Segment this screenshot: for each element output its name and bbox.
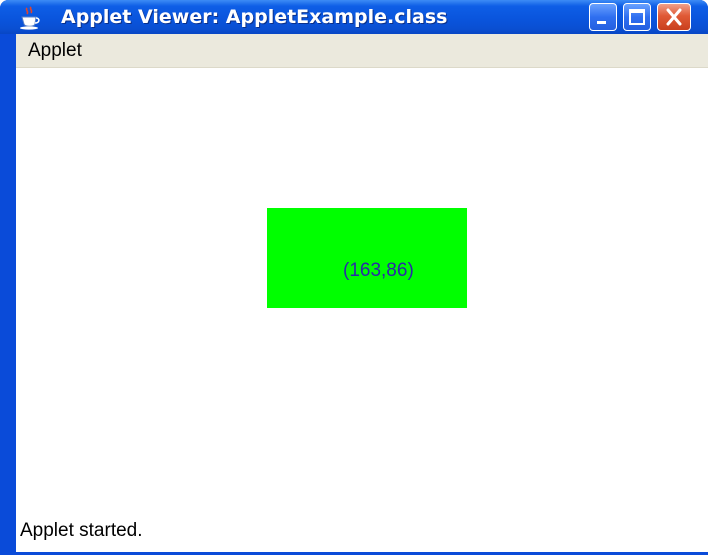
close-icon [666, 8, 682, 26]
minimize-button[interactable] [589, 3, 617, 31]
java-cup-icon[interactable] [18, 6, 42, 30]
mouse-coordinate-label: (163,86) [343, 260, 414, 281]
maximize-button[interactable] [623, 3, 651, 31]
status-bar-text: Applet started. [20, 520, 143, 541]
menu-applet[interactable]: Applet [28, 34, 82, 68]
close-button[interactable] [657, 3, 691, 31]
window-title: Applet Viewer: AppletExample.class [61, 6, 448, 28]
applet-viewer-window: Applet Viewer: AppletExample.class Apple… [0, 0, 708, 555]
minimize-icon [597, 21, 606, 24]
menu-bar: Applet [16, 34, 708, 68]
title-bar[interactable]: Applet Viewer: AppletExample.class [0, 0, 708, 34]
green-rectangle [267, 208, 467, 308]
applet-area[interactable]: (163,86) Applet started. [16, 68, 708, 552]
maximize-icon [629, 9, 645, 25]
